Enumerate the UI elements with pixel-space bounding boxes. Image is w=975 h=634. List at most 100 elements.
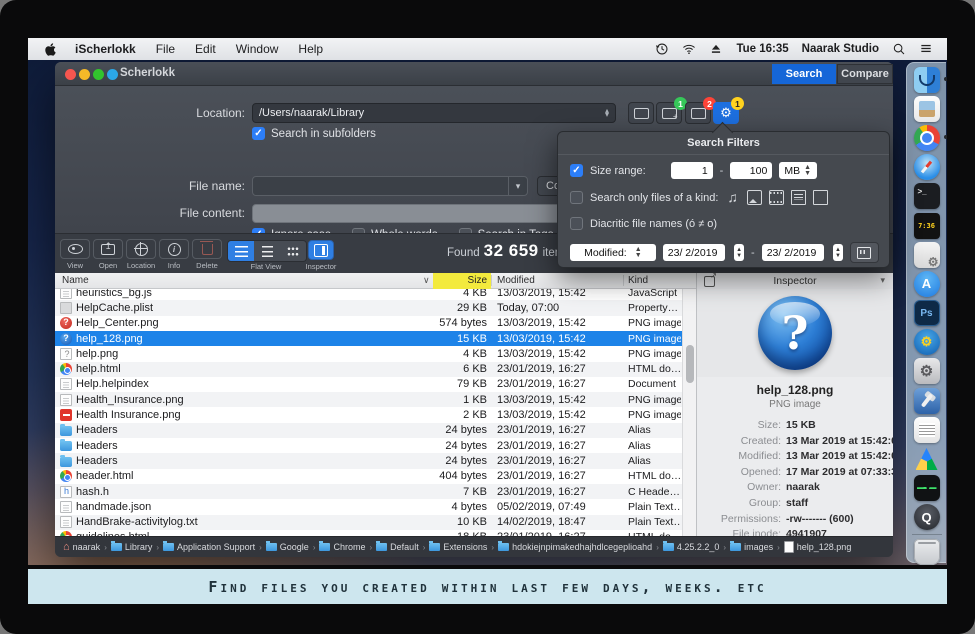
wifi-icon[interactable] xyxy=(682,42,696,56)
music-kind-icon[interactable]: ♫ xyxy=(727,191,740,204)
image-kind-icon[interactable] xyxy=(747,190,762,205)
table-row[interactable]: Headers24 bytes23/01/2019, 16:27Alias xyxy=(55,423,682,438)
scrollbar[interactable] xyxy=(682,289,696,536)
date-from-stepper[interactable]: ▲▼ xyxy=(734,244,744,261)
dock-item-terminal[interactable]: >_ xyxy=(912,182,941,211)
browse-folder-button[interactable] xyxy=(628,102,654,124)
open-external-icon[interactable] xyxy=(704,276,715,287)
sort-indicator-icon[interactable]: ∨ xyxy=(423,275,430,286)
exclude-location-button[interactable]: - 2 xyxy=(685,102,711,124)
tab-search[interactable]: Search xyxy=(772,64,836,84)
grid-view-segment[interactable] xyxy=(280,241,306,261)
info-button[interactable]: iInfo xyxy=(159,239,189,270)
dock-item-preview[interactable] xyxy=(912,94,941,123)
table-row[interactable]: Headers24 bytes23/01/2019, 16:27Alias xyxy=(55,438,682,453)
apple-menu-icon[interactable] xyxy=(28,43,65,56)
column-size[interactable]: Size xyxy=(433,275,487,286)
size-range-checkbox[interactable] xyxy=(570,164,583,177)
close-button[interactable] xyxy=(65,69,76,80)
subfolders-option[interactable]: Search in subfolders xyxy=(252,127,376,140)
diacritic-checkbox[interactable] xyxy=(570,217,583,230)
table-row[interactable]: help.png4 KB13/03/2019, 15:42PNG image xyxy=(55,346,682,361)
dock-item-gear-app[interactable]: ⚙ xyxy=(912,328,941,357)
table-row[interactable]: HelpCache.plist29 KBToday, 07:00Property… xyxy=(55,300,682,315)
menu-clock[interactable]: Tue 16:35 xyxy=(736,43,788,55)
dock-item-google-drive[interactable] xyxy=(912,444,941,473)
minimize-button[interactable] xyxy=(79,69,90,80)
table-row[interactable]: help.html6 KB23/01/2019, 16:27HTML do… xyxy=(55,362,682,377)
column-modified[interactable]: Modified xyxy=(497,275,535,286)
eject-icon[interactable] xyxy=(709,42,723,56)
add-location-button[interactable]: + 1 xyxy=(656,102,682,124)
date-to-stepper[interactable]: ▲▼ xyxy=(833,244,843,261)
path-item[interactable]: hdokiejnpimakedhajhdlcegeplioahd xyxy=(498,542,652,552)
table-row[interactable]: handmade.json4 bytes05/02/2019, 07:49Pla… xyxy=(55,499,682,514)
inspector-toggle-button[interactable] xyxy=(308,240,334,260)
menu-item-ischerlokk[interactable]: iScherlokk xyxy=(65,42,146,56)
size-unit-dropdown[interactable]: MB▲▼ xyxy=(779,162,817,179)
dock-item-app-store[interactable]: A xyxy=(912,269,941,298)
kind-checkbox[interactable] xyxy=(570,191,583,204)
view-button[interactable]: View xyxy=(60,239,90,270)
table-row[interactable]: help_128.png15 KB13/03/2019, 15:42PNG im… xyxy=(55,331,682,346)
dock-item-status-widget[interactable]: 7:36 xyxy=(912,211,941,240)
table-row[interactable]: Help_Center.png574 bytes13/03/2019, 15:4… xyxy=(55,316,682,331)
dock-item-installer[interactable] xyxy=(912,240,941,269)
search-filters-button[interactable]: ⚙ 1 xyxy=(713,102,739,124)
dock-item-safari[interactable] xyxy=(912,153,941,182)
path-item[interactable]: Application Support xyxy=(163,542,255,552)
delete-button[interactable]: Delete xyxy=(192,239,222,270)
flat-view-segment[interactable] xyxy=(228,241,254,261)
dock-item-textedit[interactable] xyxy=(912,415,941,444)
movie-kind-icon[interactable] xyxy=(769,190,784,205)
path-item[interactable]: help_128.png xyxy=(784,541,852,553)
scrollbar-thumb[interactable] xyxy=(686,345,694,383)
dock-item-chrome[interactable] xyxy=(912,123,941,152)
date-to-input[interactable]: 23/ 2/2019 xyxy=(762,244,824,261)
column-kind[interactable]: Kind xyxy=(628,275,648,286)
recent-items-icon[interactable] xyxy=(655,42,669,56)
location-dropdown[interactable]: /Users/naarak/Library ▴▾ xyxy=(252,103,616,123)
dock-item-xcode[interactable] xyxy=(912,386,941,415)
file-name-input[interactable]: ▾ xyxy=(252,176,528,196)
path-item[interactable]: Library xyxy=(111,542,153,552)
menu-item-file[interactable]: File xyxy=(146,42,185,56)
table-row[interactable]: Health_Insurance.png1 KB13/03/2019, 15:4… xyxy=(55,392,682,407)
date-from-input[interactable]: 23/ 2/2019 xyxy=(663,244,725,261)
path-item[interactable]: ⌂naarak xyxy=(63,542,100,552)
textdoc-kind-icon[interactable] xyxy=(791,190,806,205)
path-item[interactable]: Google xyxy=(266,542,309,552)
menu-item-help[interactable]: Help xyxy=(288,42,333,56)
subfolders-checkbox[interactable] xyxy=(252,127,265,140)
notification-center-icon[interactable] xyxy=(919,42,933,56)
dock-item-finder[interactable] xyxy=(912,65,941,94)
grouped-view-segment[interactable] xyxy=(254,241,280,261)
table-row[interactable]: header.html404 bytes23/01/2019, 16:27HTM… xyxy=(55,469,682,484)
dock-item-photoshop[interactable]: Ps xyxy=(912,299,941,328)
path-item[interactable]: images xyxy=(730,542,773,552)
table-row[interactable]: Help.helpindex79 KB23/01/2019, 16:27Docu… xyxy=(55,377,682,392)
menu-item-window[interactable]: Window xyxy=(226,42,289,56)
path-item[interactable]: Extensions xyxy=(429,542,487,552)
table-row[interactable]: HandBrake-activitylog.txt10 KB14/02/2019… xyxy=(55,515,682,530)
path-item[interactable]: 4.25.2.2_0 xyxy=(663,542,720,552)
date-type-dropdown[interactable]: Modified:▲▼ xyxy=(570,244,656,261)
location-button[interactable]: Location xyxy=(126,239,156,270)
zoom-button[interactable] xyxy=(93,69,104,80)
extra-window-button[interactable] xyxy=(107,69,118,80)
table-row[interactable]: Headers24 bytes23/01/2019, 16:27Alias xyxy=(55,453,682,468)
dock-item-system-preferences[interactable]: ⚙ xyxy=(912,357,941,386)
chevron-down-icon[interactable]: ▾ xyxy=(508,177,527,195)
open-button[interactable]: Open xyxy=(93,239,123,270)
column-name[interactable]: Name xyxy=(62,275,89,286)
chevron-down-icon[interactable]: ▾ xyxy=(880,275,885,286)
table-row[interactable]: heuristics_bg.js4 KB13/03/2019, 15:42Jav… xyxy=(55,289,682,300)
calendar-button[interactable] xyxy=(850,242,879,263)
blankdoc-kind-icon[interactable] xyxy=(813,190,828,205)
table-row[interactable]: Health Insurance.png2 KB13/03/2019, 15:4… xyxy=(55,407,682,422)
dock-item-trash[interactable] xyxy=(912,537,941,565)
menu-item-edit[interactable]: Edit xyxy=(185,42,226,56)
table-row[interactable]: hash.h7 KB23/01/2019, 16:27C Heade… xyxy=(55,484,682,499)
path-item[interactable]: Chrome xyxy=(319,542,365,552)
size-max-input[interactable]: 100 xyxy=(730,162,772,179)
